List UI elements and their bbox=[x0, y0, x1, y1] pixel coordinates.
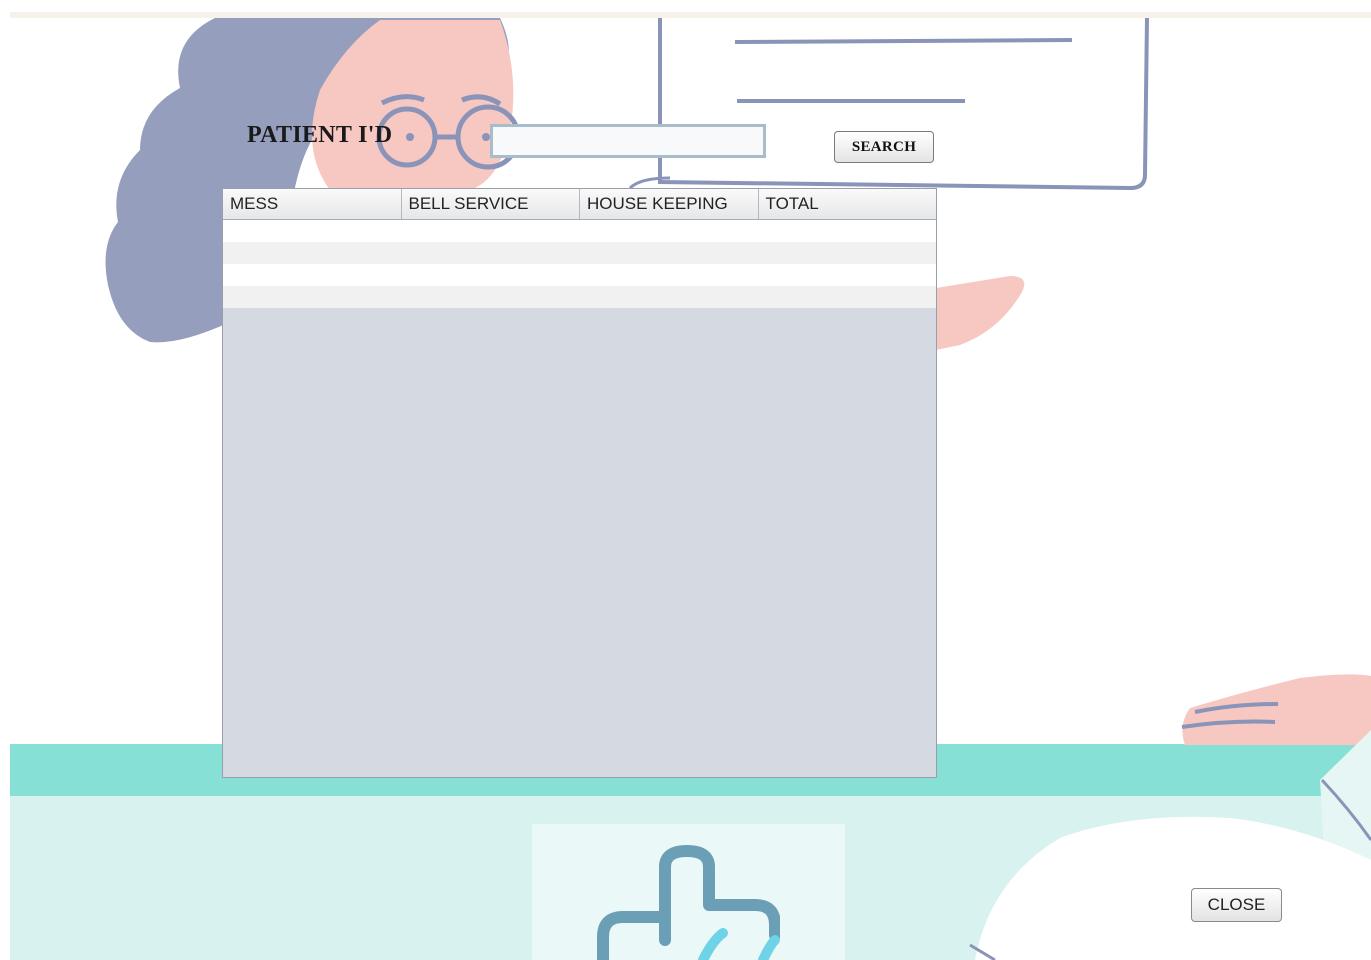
table-row[interactable] bbox=[223, 264, 936, 286]
patient-id-label: PATIENT I'D bbox=[247, 122, 393, 148]
medical-cross-icon bbox=[597, 845, 780, 960]
table-row[interactable] bbox=[223, 286, 936, 308]
table-header: MESS BELL SERVICE HOUSE KEEPING TOTAL bbox=[223, 189, 936, 220]
close-button[interactable]: CLOSE bbox=[1191, 888, 1282, 922]
search-button[interactable]: SEARCH bbox=[834, 131, 934, 163]
table-row[interactable] bbox=[223, 242, 936, 264]
column-header-house-keeping[interactable]: HOUSE KEEPING bbox=[580, 189, 759, 219]
billing-table: MESS BELL SERVICE HOUSE KEEPING TOTAL bbox=[222, 188, 937, 778]
column-header-mess[interactable]: MESS bbox=[223, 189, 402, 219]
table-body[interactable] bbox=[223, 220, 936, 308]
table-row[interactable] bbox=[223, 220, 936, 242]
column-header-total[interactable]: TOTAL bbox=[758, 189, 936, 219]
patient-id-input[interactable] bbox=[490, 124, 766, 158]
column-header-bell-service[interactable]: BELL SERVICE bbox=[401, 189, 580, 219]
